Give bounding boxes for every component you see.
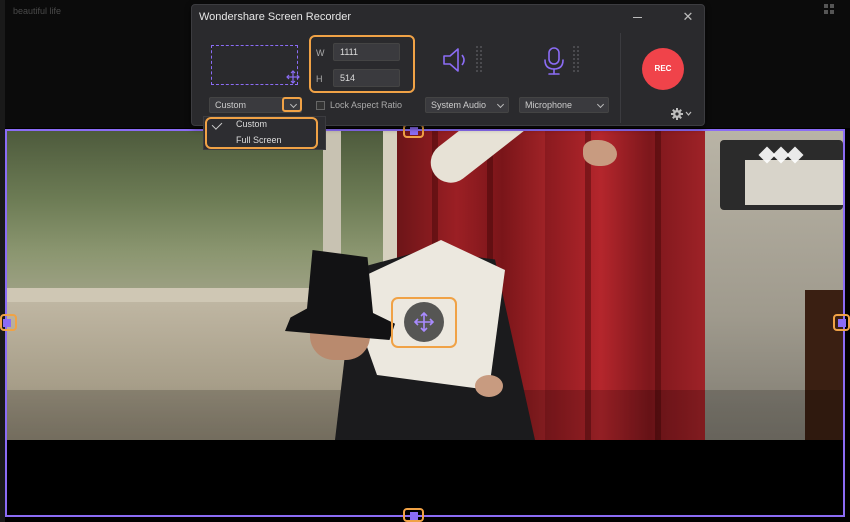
region-select-value: Custom xyxy=(215,100,247,110)
move-icon xyxy=(413,311,435,333)
resize-handle-right-highlight xyxy=(833,314,850,331)
audio-level-meter xyxy=(476,46,486,74)
mic-level-meter xyxy=(573,46,583,74)
resize-handle-bottom-highlight xyxy=(403,508,424,522)
height-label: H xyxy=(316,74,323,84)
close-button[interactable]: ✕ xyxy=(679,8,697,26)
lock-aspect-checkbox[interactable] xyxy=(316,101,325,110)
microphone-select[interactable]: Microphone xyxy=(519,97,609,113)
divider xyxy=(620,33,621,123)
dropdown-highlight xyxy=(205,117,318,149)
width-input[interactable]: 1111 xyxy=(333,43,400,61)
app-grid-icon[interactable] xyxy=(824,4,838,18)
background-title: beautiful life xyxy=(13,6,62,16)
gear-icon[interactable] xyxy=(671,108,693,120)
chevron-down-icon xyxy=(596,100,605,109)
lock-aspect-label: Lock Aspect Ratio xyxy=(330,100,403,110)
resize-handle-top-highlight xyxy=(403,124,424,138)
recorder-panel: Wondershare Screen Recorder ✕ W 1111 H 5… xyxy=(191,4,705,126)
width-label: W xyxy=(316,48,325,58)
move-handle[interactable] xyxy=(404,302,444,342)
close-icon: ✕ xyxy=(682,9,694,24)
record-button[interactable]: REC xyxy=(642,48,684,90)
minimize-button[interactable] xyxy=(628,9,646,25)
move-icon xyxy=(286,70,300,84)
microphone-icon[interactable] xyxy=(542,46,566,76)
resize-handle-left-highlight xyxy=(0,314,17,331)
region-select-arrow-highlight xyxy=(282,97,302,112)
region-preview[interactable] xyxy=(211,45,298,85)
window-title: Wondershare Screen Recorder xyxy=(199,11,352,23)
minimize-icon xyxy=(632,16,642,18)
speaker-icon[interactable] xyxy=(442,46,472,74)
chevron-down-icon xyxy=(496,100,505,109)
system-audio-value: System Audio xyxy=(431,100,487,110)
microphone-value: Microphone xyxy=(525,100,573,110)
system-audio-select[interactable]: System Audio xyxy=(425,97,509,113)
height-input[interactable]: 514 xyxy=(333,69,400,87)
